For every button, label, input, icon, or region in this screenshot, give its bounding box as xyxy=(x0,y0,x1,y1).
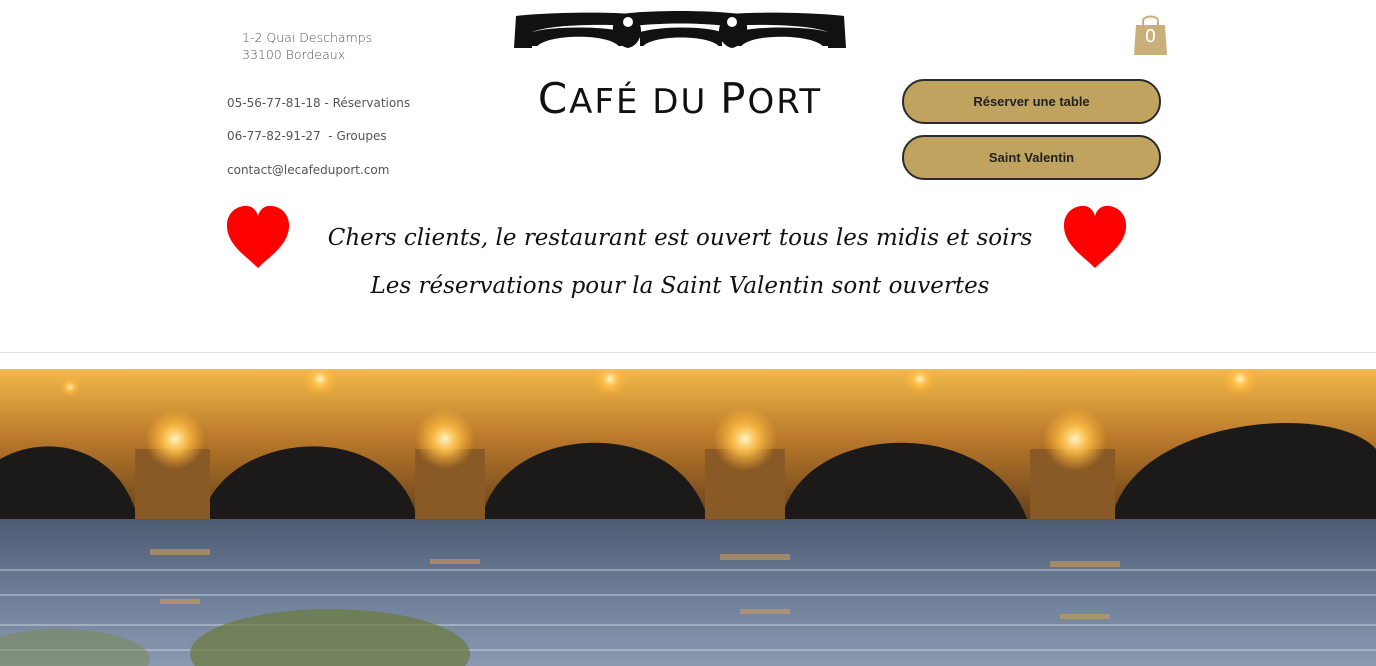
address-city: 33100 Bordeaux xyxy=(242,47,346,62)
announcement-line-1: Chers clients, le restaurant est ouvert … xyxy=(327,225,1033,251)
title-word: ORT xyxy=(747,82,823,122)
saint-valentin-button[interactable]: Saint Valentin xyxy=(902,135,1161,180)
title-word: AFÉ DU xyxy=(569,82,721,122)
glasses-logo-icon xyxy=(514,11,846,49)
title-letter: C xyxy=(537,74,570,123)
phone-reservations[interactable]: 05-56-77-81-18 - Réservations xyxy=(227,96,410,110)
contact-email[interactable]: contact@lecafeduport.com xyxy=(227,163,389,177)
phone-groups[interactable]: 06-77-82-91-27 - Groupes xyxy=(227,129,387,143)
heart-icon xyxy=(226,205,290,268)
title-letter: P xyxy=(720,74,748,123)
heart-icon xyxy=(1063,205,1127,268)
site-title[interactable]: CAFÉ DU PORT xyxy=(500,74,860,123)
cart-count: 0 xyxy=(1144,26,1157,47)
header-divider xyxy=(0,352,1376,353)
address-block: 1-2 Quai Deschamps 33100 Bordeaux xyxy=(242,29,372,63)
address-street: 1-2 Quai Deschamps xyxy=(242,30,373,45)
cart-button[interactable]: 0 xyxy=(1133,12,1168,56)
reserve-table-button[interactable]: Réserver une table xyxy=(902,79,1161,124)
announcement-line-2: Les réservations pour la Saint Valentin … xyxy=(370,273,990,299)
hero-bridge-image xyxy=(0,369,1376,666)
